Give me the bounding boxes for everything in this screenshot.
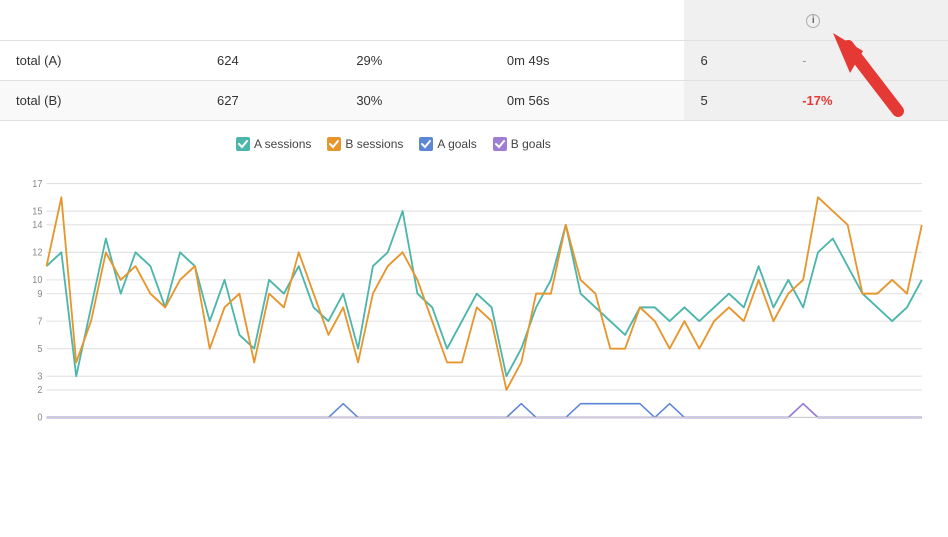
svg-text:9: 9 [37,287,42,298]
cell-goal: 5 [684,80,786,120]
cell-scrolls: 30% [340,80,491,120]
chart-legend: A sessions B sessions A goals B goals [236,137,551,151]
cell-variant: total (B) [0,80,201,120]
cell-avg-time: 0m 49s [491,40,685,80]
svg-text:2: 2 [37,383,42,394]
legend-item[interactable]: B sessions [327,137,403,151]
svg-text:12: 12 [32,246,42,257]
col-header-sessions [201,0,340,40]
cell-goal: 6 [684,40,786,80]
legend-item[interactable]: B goals [493,137,551,151]
col-header-avg-time [491,0,685,40]
cell-avg-time: 0m 56s [491,80,685,120]
legend-item[interactable]: A sessions [236,137,311,151]
svg-text:10: 10 [32,273,42,284]
col-header-goal [684,0,786,40]
svg-text:3: 3 [37,370,42,381]
svg-text:7: 7 [37,315,42,326]
ab-test-table: i total (A) 624 29% 0m 49s 6 - total (B)… [0,0,948,121]
chart-section: A sessions B sessions A goals B goals 0 2… [0,121,948,447]
cell-sessions: 627 [201,80,340,120]
cell-sessions: 624 [201,40,340,80]
svg-text:0: 0 [37,411,42,422]
chart-area: 0 2 3 5 7 9 10 12 14 15 17 [16,159,932,439]
svg-text:5: 5 [37,342,42,353]
legend-item[interactable]: A goals [419,137,476,151]
cell-scrolls: 29% [340,40,491,80]
cell-variant: total (A) [0,40,201,80]
svg-text:17: 17 [32,177,42,188]
info-icon: i [806,14,820,28]
chart-header: A sessions B sessions A goals B goals [16,137,932,151]
svg-text:15: 15 [32,205,42,216]
svg-text:14: 14 [32,218,42,229]
col-header-variants [0,0,201,40]
col-header-scrolls [340,0,491,40]
